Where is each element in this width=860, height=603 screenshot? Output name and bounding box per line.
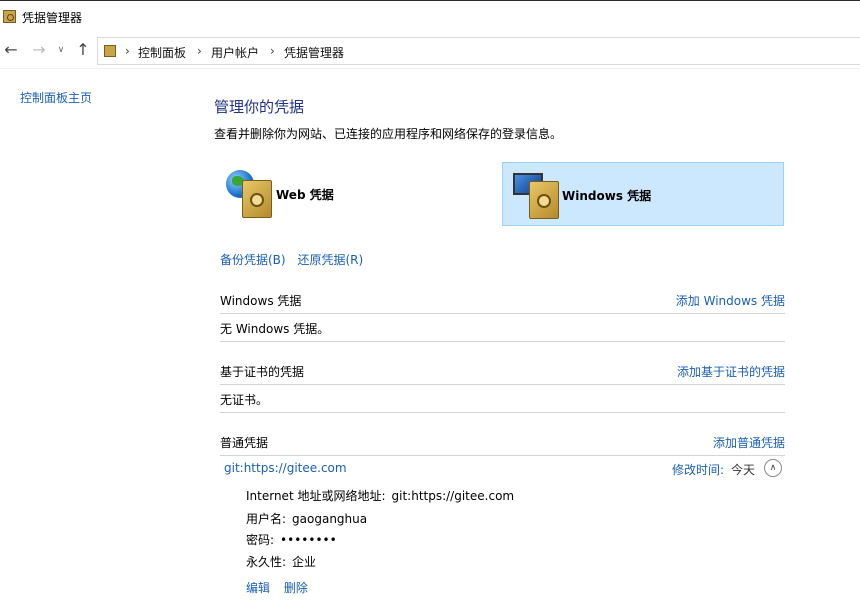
restore-credentials-link[interactable]: 还原凭据(R) (297, 253, 363, 267)
breadcrumb-separator-icon[interactable]: › (125, 44, 130, 58)
windows-credentials-section-header: Windows 凭据 添加 Windows 凭据 (220, 292, 785, 309)
persistence-label: 永久性: (246, 555, 287, 569)
password-label: 密码: (246, 533, 275, 547)
control-panel-icon (104, 45, 116, 57)
web-credentials-tile[interactable]: Web 凭据 (214, 162, 500, 226)
window-title: 凭据管理器 (22, 11, 83, 25)
section-divider (220, 313, 785, 314)
windows-credentials-tile[interactable]: Windows 凭据 (502, 162, 784, 226)
breadcrumb-separator-icon[interactable]: › (197, 44, 202, 58)
address-bar[interactable]: › 控制面板 › 用户帐户 › 凭据管理器 (97, 37, 860, 65)
navigation-bar: ← → ∨ ↑ › 控制面板 › 用户帐户 › 凭据管理器 (0, 32, 860, 68)
arrow-right-icon[interactable]: → (30, 40, 48, 60)
chevron-up-icon[interactable]: ∧ (764, 459, 782, 477)
vault-icon (529, 181, 559, 219)
breadcrumb-credential-manager[interactable]: 凭据管理器 (284, 44, 344, 61)
section-divider (220, 455, 785, 456)
vault-icon (242, 180, 272, 218)
web-credentials-label: Web 凭据 (276, 188, 334, 202)
persistence-value: 企业 (292, 555, 317, 569)
edit-credential-link[interactable]: 编辑 (246, 581, 270, 595)
credential-user-row: 用户名: gaoganghua (246, 510, 367, 527)
add-windows-credential-link[interactable]: 添加 Windows 凭据 (676, 292, 785, 309)
title-bar: 凭据管理器 (0, 1, 860, 32)
password-value: •••••••• (280, 533, 337, 547)
section-divider (220, 412, 785, 413)
page-title: 管理你的凭据 (214, 98, 305, 116)
arrow-left-icon[interactable]: ← (2, 40, 20, 60)
credential-name[interactable]: git:https://gitee.com (224, 461, 347, 475)
generic-credentials-section-header: 普通凭据 添加普通凭据 (220, 434, 785, 451)
credential-address-row: Internet 地址或网络地址: git:https://gitee.com (246, 487, 514, 504)
credential-password-row: 密码: •••••••• (246, 531, 337, 548)
modified-time-value: 今天 (731, 463, 756, 477)
certificate-credentials-section-header: 基于证书的凭据 添加基于证书的凭据 (220, 363, 785, 380)
add-generic-credential-link[interactable]: 添加普通凭据 (713, 434, 785, 451)
address-value: git:https://gitee.com (391, 489, 515, 503)
windows-credentials-empty-text: 无 Windows 凭据。 (220, 322, 330, 336)
generic-credentials-section-title: 普通凭据 (220, 436, 269, 450)
certificate-credentials-section-title: 基于证书的凭据 (220, 365, 305, 379)
backup-credentials-link[interactable]: 备份凭据(B) (220, 253, 286, 267)
credential-manager-icon (3, 10, 16, 23)
breadcrumb-control-panel[interactable]: 控制面板 (138, 44, 186, 61)
windows-credentials-section-title: Windows 凭据 (220, 294, 302, 308)
section-divider (220, 384, 785, 385)
credential-persistence-row: 永久性: 企业 (246, 553, 316, 570)
breadcrumb-user-accounts[interactable]: 用户帐户 (211, 44, 259, 61)
username-label: 用户名: (246, 512, 287, 526)
modified-time-label: 修改时间: (672, 463, 725, 477)
address-label: Internet 地址或网络地址: (246, 489, 386, 503)
chevron-down-icon[interactable]: ∨ (55, 40, 67, 60)
arrow-up-icon[interactable]: ↑ (74, 40, 92, 60)
delete-credential-link[interactable]: 删除 (284, 581, 308, 595)
backup-restore-links: 备份凭据(B) 还原凭据(R) (220, 251, 371, 268)
username-value: gaoganghua (292, 512, 368, 526)
page-description: 查看并删除你为网站、已连接的应用程序和网络保存的登录信息。 (214, 127, 563, 141)
certificate-empty-text: 无证书。 (220, 393, 269, 407)
add-certificate-credential-link[interactable]: 添加基于证书的凭据 (677, 363, 785, 380)
control-panel-home-link[interactable]: 控制面板主页 (20, 89, 92, 106)
credential-actions: 编辑 删除 (246, 579, 318, 596)
nav-divider (0, 68, 860, 69)
windows-credentials-label: Windows 凭据 (562, 189, 652, 203)
breadcrumb-separator-icon[interactable]: › (270, 44, 275, 58)
section-divider (220, 341, 785, 342)
